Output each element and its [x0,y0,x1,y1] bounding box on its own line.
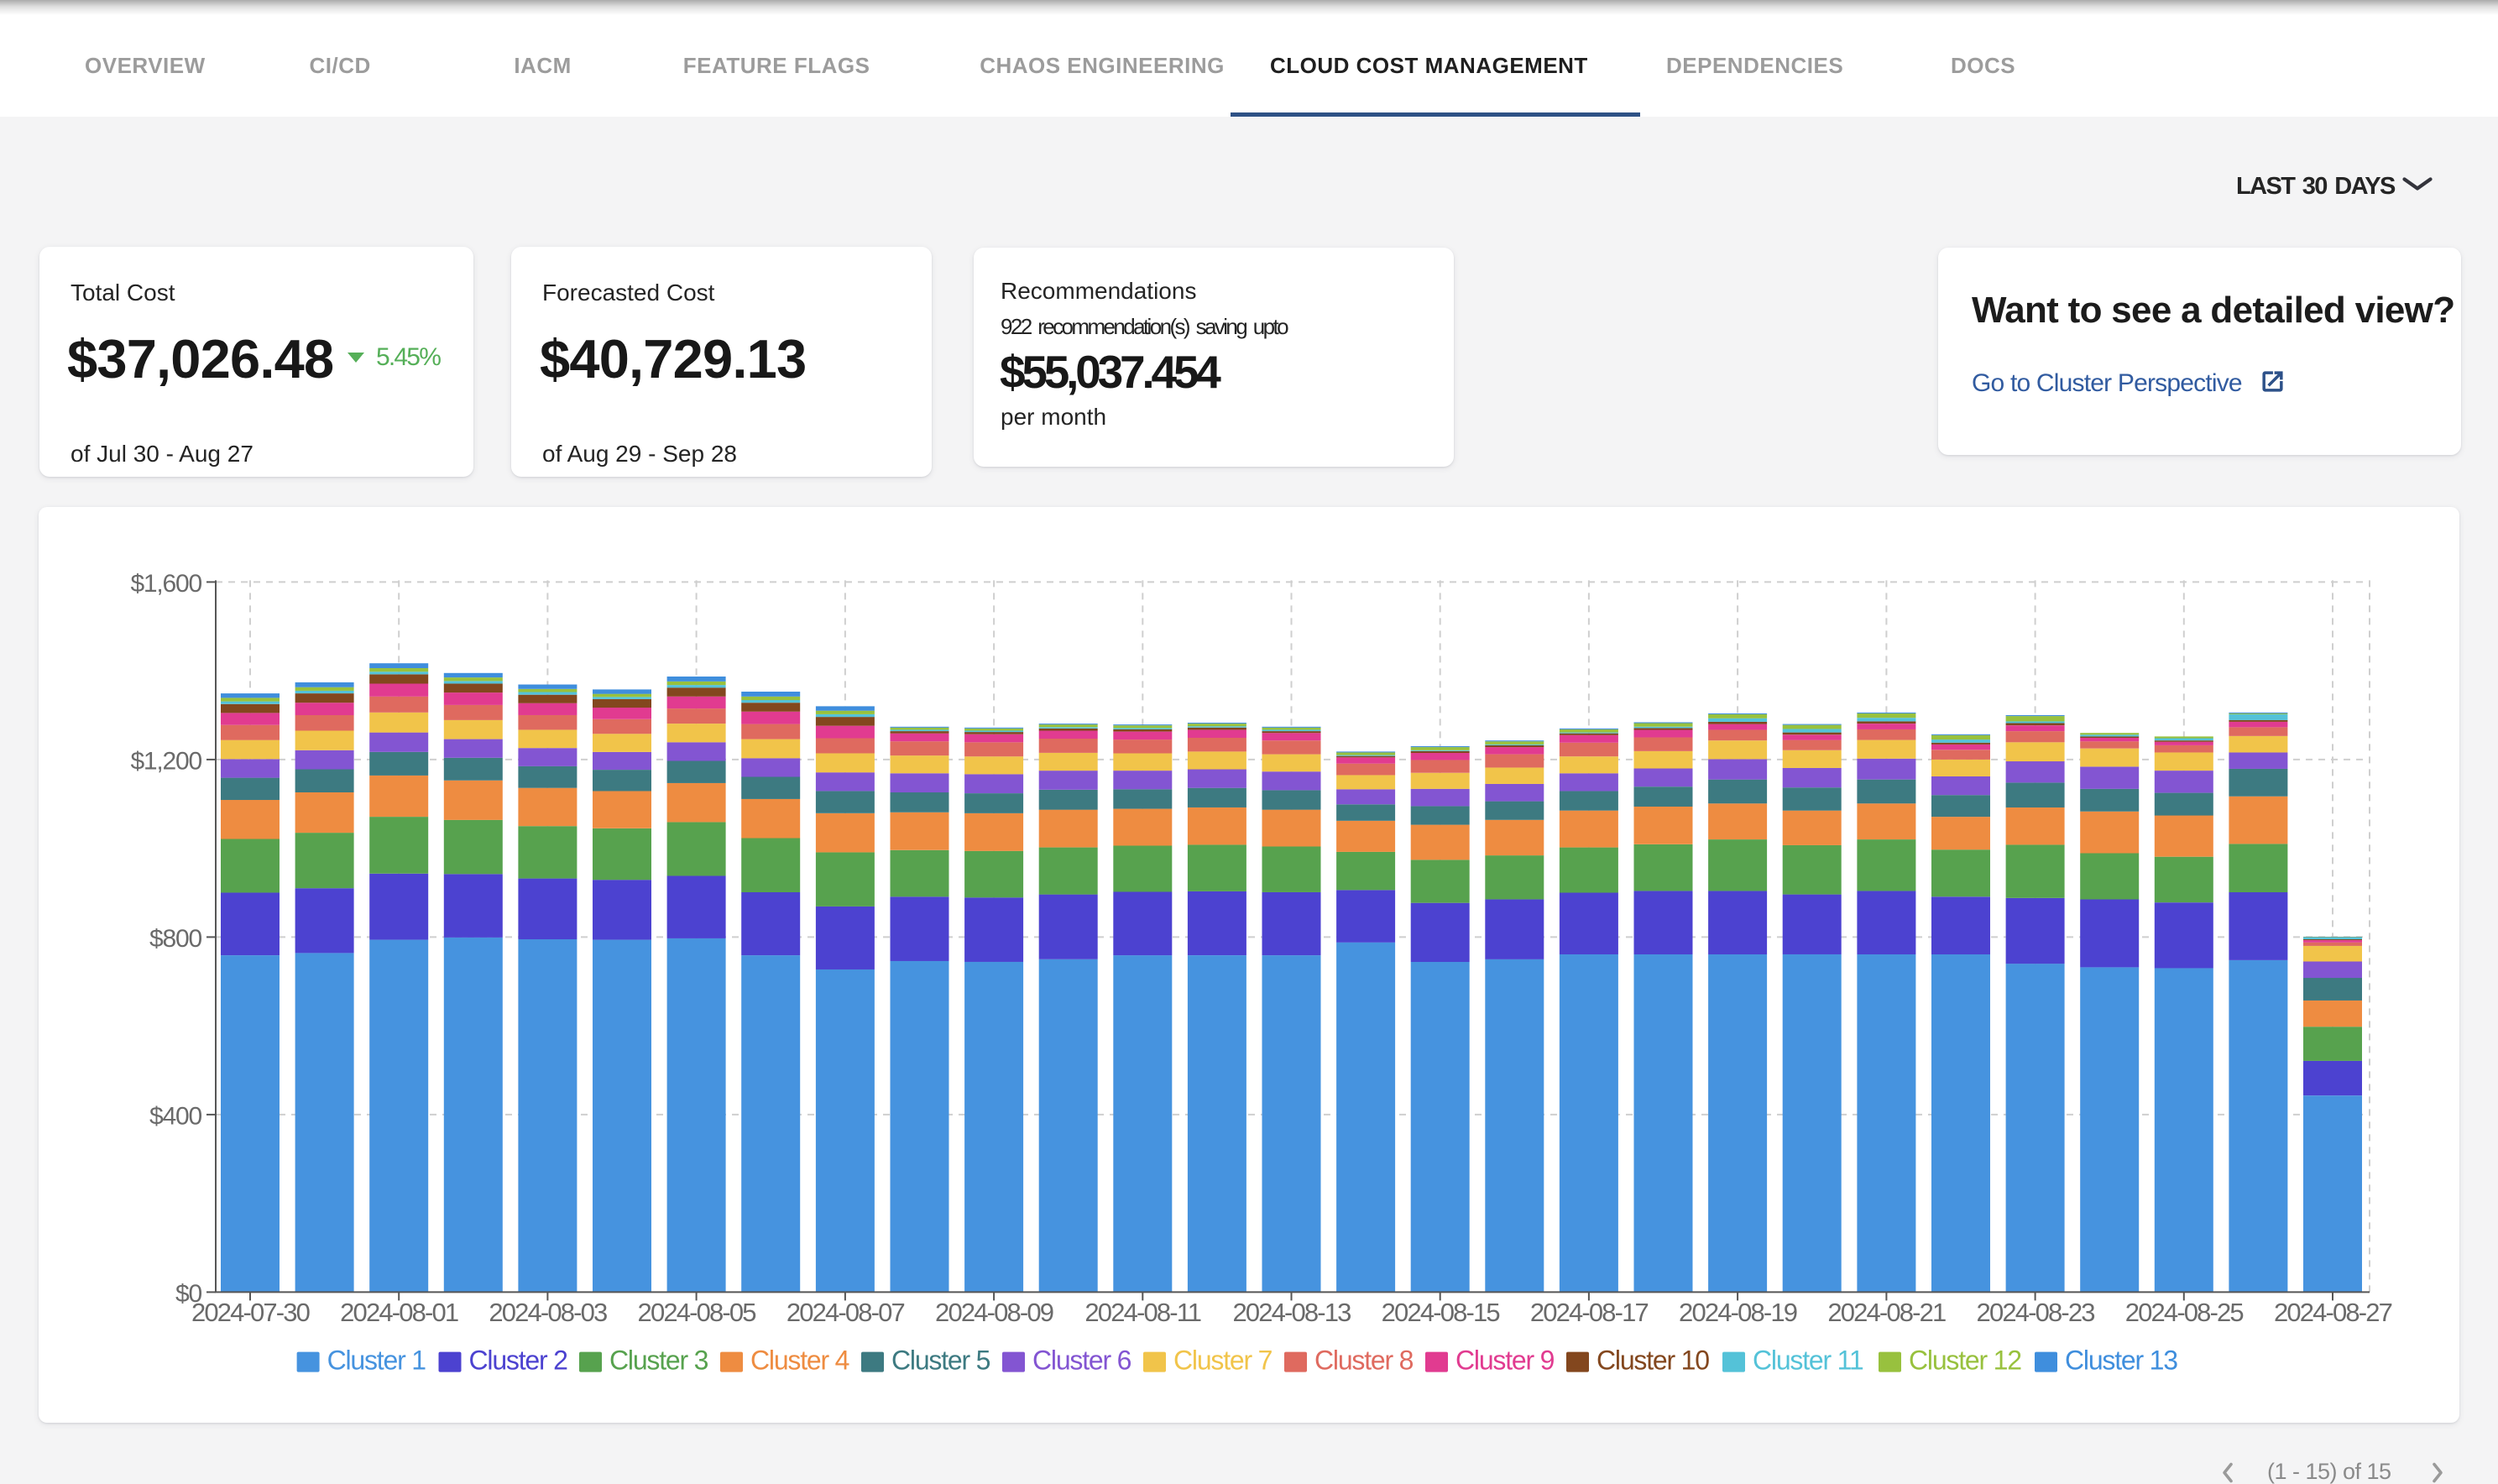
svg-text:Cluster 12: Cluster 12 [1909,1346,2021,1376]
svg-text:2024-08-21: 2024-08-21 [1827,1298,1946,1327]
svg-text:Cluster 6: Cluster 6 [1032,1346,1131,1376]
svg-text:2024-08-17: 2024-08-17 [1530,1298,1649,1327]
svg-text:$1,600: $1,600 [130,570,201,598]
svg-text:$1,200: $1,200 [130,747,201,775]
svg-text:2024-08-13: 2024-08-13 [1232,1298,1351,1327]
svg-text:$400: $400 [149,1102,201,1130]
svg-text:Cluster 2: Cluster 2 [469,1346,568,1376]
svg-text:Cluster 8: Cluster 8 [1314,1346,1414,1376]
svg-text:Cluster 1: Cluster 1 [327,1346,426,1376]
svg-text:Cluster 11: Cluster 11 [1753,1346,1863,1376]
svg-text:Cluster 3: Cluster 3 [609,1346,708,1376]
svg-text:$800: $800 [149,925,201,953]
svg-text:2024-08-07: 2024-08-07 [787,1298,905,1327]
svg-text:2024-08-05: 2024-08-05 [638,1298,756,1327]
svg-text:2024-08-15: 2024-08-15 [1382,1298,1500,1327]
svg-text:2024-08-11: 2024-08-11 [1084,1298,1200,1327]
svg-text:2024-08-23: 2024-08-23 [1977,1298,2095,1327]
svg-text:2024-08-01: 2024-08-01 [340,1298,458,1327]
svg-text:Cluster 10: Cluster 10 [1597,1346,1709,1376]
svg-text:2024-08-19: 2024-08-19 [1679,1298,1797,1327]
svg-text:Cluster 5: Cluster 5 [891,1346,990,1376]
svg-text:Cluster 9: Cluster 9 [1455,1346,1555,1376]
svg-text:2024-08-03: 2024-08-03 [489,1298,607,1327]
svg-text:2024-07-30: 2024-07-30 [191,1298,311,1327]
svg-text:Cluster 13: Cluster 13 [2065,1346,2177,1376]
svg-text:2024-08-27: 2024-08-27 [2274,1298,2392,1327]
svg-text:Cluster 7: Cluster 7 [1173,1346,1273,1376]
svg-text:Cluster 4: Cluster 4 [750,1346,849,1376]
svg-text:2024-08-25: 2024-08-25 [2125,1298,2244,1327]
svg-text:2024-08-09: 2024-08-09 [935,1298,1053,1327]
